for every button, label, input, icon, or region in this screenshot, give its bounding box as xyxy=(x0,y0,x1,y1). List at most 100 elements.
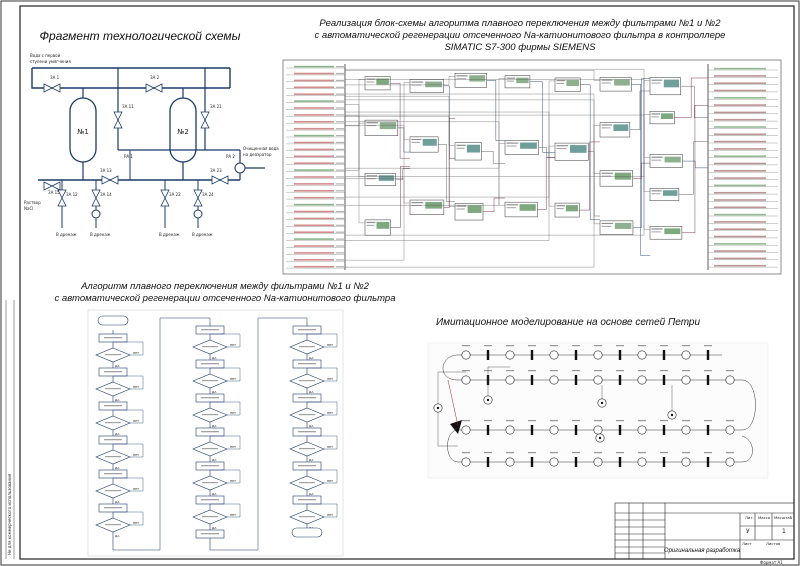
flowchart-decision-text xyxy=(105,490,121,492)
petri-transition xyxy=(486,457,490,467)
flowchart-no-label: НЕТ xyxy=(327,479,333,483)
flowchart-no-label: НЕТ xyxy=(133,453,139,457)
fbd-block-label xyxy=(366,224,375,226)
flowchart-no-label: НЕТ xyxy=(133,419,139,423)
valve-label: ЗА 11 xyxy=(122,104,134,109)
petri-place xyxy=(505,375,515,385)
flowchart-no-label: НЕТ xyxy=(327,445,333,449)
flowchart-decision-text xyxy=(105,422,121,424)
drawing-sheet: Не для коммерческого использования Фрагм… xyxy=(0,0,800,566)
flowchart-process-text xyxy=(298,329,316,331)
petri-place xyxy=(637,375,647,385)
petri-label xyxy=(726,452,734,454)
flowchart-no-label: НЕТ xyxy=(327,513,333,517)
flowchart-decision-text xyxy=(105,354,121,356)
fbd-block-value xyxy=(614,79,630,86)
petri-label xyxy=(550,345,558,347)
petri-transition xyxy=(662,375,666,385)
petri-transition xyxy=(662,425,666,435)
fbd-input-addr xyxy=(336,210,344,213)
petri-place xyxy=(549,457,559,467)
petri-label xyxy=(638,370,646,372)
petri-label xyxy=(528,420,536,422)
petri-place xyxy=(681,375,691,385)
fbd-output-tag xyxy=(714,264,766,267)
plc-title-line-2: с автоматической регенерации отсеченного… xyxy=(315,30,726,41)
flowchart-process-text xyxy=(298,363,316,365)
flowchart-process-text xyxy=(104,337,122,339)
fbd-output-tag xyxy=(714,184,766,187)
fbd-block-label xyxy=(506,207,517,209)
fbd-output-tag xyxy=(714,177,766,179)
fbd-block-label xyxy=(456,147,465,149)
petri-token xyxy=(486,398,490,402)
petri-label xyxy=(682,370,690,372)
fbd-output-tag xyxy=(714,133,766,136)
petri-label xyxy=(726,370,734,372)
petri-label xyxy=(572,420,580,422)
fbd-input-tag xyxy=(294,224,334,227)
fbd-output-tag xyxy=(714,104,766,106)
fbd-input-addr xyxy=(336,176,344,178)
flowchart-decision-text xyxy=(202,482,218,484)
fbd-block-label xyxy=(411,138,422,141)
flowchart-process-text xyxy=(298,499,316,501)
fbd-output-tag xyxy=(714,213,766,216)
petri-label xyxy=(484,452,492,454)
fbd-block-value xyxy=(569,145,587,153)
petri-transition xyxy=(618,375,622,385)
flowchart-no-label: НЕТ xyxy=(327,343,333,347)
petri-transition xyxy=(706,350,710,360)
petri-place xyxy=(593,457,603,467)
fbd-input-tag xyxy=(294,72,334,75)
inlet-label-1: Вода с первой xyxy=(30,53,61,58)
flowchart-decision-text xyxy=(299,346,315,348)
fbd-output-tag xyxy=(714,140,766,143)
petri-label xyxy=(550,452,558,454)
flowchart-process-text xyxy=(201,329,219,331)
drain-label: В дренаж xyxy=(56,232,77,237)
fbd-output-tag xyxy=(714,228,766,230)
fbd-input-tag xyxy=(294,203,334,206)
drain-label: В дренаж xyxy=(192,232,213,237)
fbd-block-label xyxy=(411,202,424,204)
fbd-input-tag xyxy=(294,252,334,254)
petri-token xyxy=(600,401,604,405)
petri-label xyxy=(506,452,514,454)
petri-place xyxy=(505,457,515,467)
flowchart-process-text xyxy=(298,431,316,433)
petri-place xyxy=(505,425,515,435)
fbd-input-addr xyxy=(336,66,344,68)
outlet-label-1: Очищенная вода xyxy=(243,146,279,151)
margin-note: Не для коммерческого использования xyxy=(7,473,12,555)
fbd-block-label xyxy=(601,172,613,174)
petri-label xyxy=(704,452,712,454)
valve-label: ЗА 12 xyxy=(66,192,78,197)
fbd-block-label xyxy=(556,148,567,150)
fbd-input-tag xyxy=(294,162,334,164)
fbd-input-addr xyxy=(336,231,344,233)
petri-transition xyxy=(574,375,578,385)
fbd-output-tag xyxy=(714,148,766,150)
petri-transition xyxy=(530,350,534,360)
petri-transition xyxy=(618,457,622,467)
fbd-output-tag xyxy=(714,170,766,172)
fbd-input-tag xyxy=(294,65,334,68)
fbd-block-label xyxy=(651,79,663,81)
petri-place xyxy=(637,425,647,435)
petri-label xyxy=(572,370,580,372)
petri-place xyxy=(725,375,735,385)
fbd-block-label xyxy=(601,82,611,84)
fbd-input-addr xyxy=(336,245,344,247)
fbd-block-label xyxy=(366,81,375,83)
petri-transition xyxy=(574,457,578,467)
stamp-sheets-label: Листов xyxy=(766,541,781,546)
stamp-sheet-no: 1 xyxy=(782,528,786,535)
petri-place xyxy=(461,457,471,467)
tech-scheme-title: Фрагмент технологической схемы xyxy=(40,29,241,43)
petri-label xyxy=(550,420,558,422)
flowchart-process-text xyxy=(104,439,122,441)
valve-label: ЗА 13 xyxy=(100,168,112,173)
flowchart-process-text xyxy=(201,465,219,467)
fbd-input-addr xyxy=(336,135,344,137)
